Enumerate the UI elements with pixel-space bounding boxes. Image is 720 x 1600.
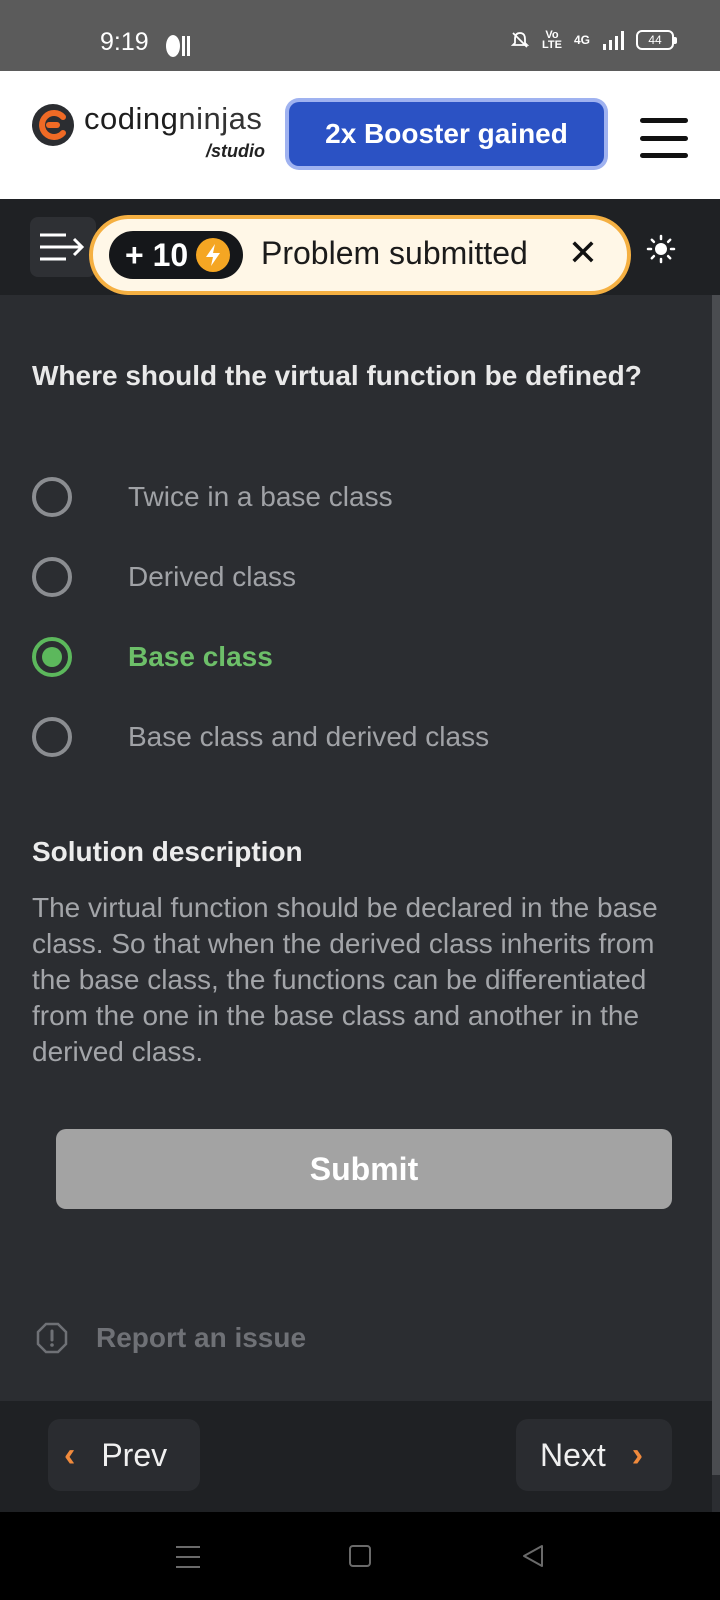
logo-subtitle: /studio <box>206 141 265 161</box>
scrollbar[interactable] <box>712 295 720 1475</box>
radio-button-selected[interactable] <box>32 637 72 677</box>
status-time: 9:19 <box>100 28 149 56</box>
lightning-bolt-icon <box>196 238 231 272</box>
network-type: 4G <box>573 33 590 47</box>
solution-title: Solution description <box>32 836 303 867</box>
next-button[interactable]: Next › <box>516 1419 672 1491</box>
option-label: Base class and derived class <box>128 721 490 752</box>
hamburger-menu-icon[interactable] <box>640 118 688 158</box>
recent-apps-icon[interactable] <box>176 1546 200 1568</box>
submission-toast: + 10 Problem submitted ✕ <box>89 215 631 295</box>
status-bar: 9:19 Vo LTE 4G 44 <box>0 0 720 71</box>
option-item[interactable]: Twice in a base class <box>32 475 672 519</box>
option-item[interactable]: Base class and derived class <box>32 715 672 759</box>
next-label: Next <box>540 1436 606 1473</box>
radio-button[interactable] <box>32 717 72 757</box>
option-item-selected[interactable]: Base class <box>32 635 672 679</box>
question-text: Where should the virtual function be def… <box>32 360 642 391</box>
option-item[interactable]: Derived class <box>32 555 672 599</box>
points-value: + 10 <box>125 236 189 273</box>
close-icon[interactable]: ✕ <box>563 232 603 273</box>
sidebar-toggle-icon <box>40 233 85 261</box>
points-badge: + 10 <box>109 231 243 279</box>
status-icons: Vo LTE 4G 44 <box>510 29 677 51</box>
report-issue-link[interactable]: Report an issue <box>36 1322 306 1354</box>
toast-message: Problem submitted <box>261 235 528 271</box>
battery-level: 44 <box>648 33 662 47</box>
chevron-left-icon: ‹ <box>64 1435 76 1474</box>
coding-ninjas-logo-icon[interactable] <box>32 104 74 146</box>
back-icon[interactable] <box>520 1543 546 1569</box>
prev-button[interactable]: ‹ Prev <box>48 1419 200 1491</box>
bell-muted-icon <box>510 32 530 48</box>
chevron-right-icon: › <box>631 1435 644 1474</box>
media-pill-icon <box>166 35 190 57</box>
submit-button[interactable]: Submit <box>56 1129 672 1209</box>
problem-navigation: ‹ Prev Next › <box>0 1401 712 1512</box>
radio-button[interactable] <box>32 477 72 517</box>
logo-light: ninjas <box>178 101 263 136</box>
option-label: Twice in a base class <box>128 481 393 512</box>
volte-badge: Vo LTE <box>542 29 562 51</box>
sidebar-toggle-button[interactable] <box>30 217 96 277</box>
solution-description: The virtual function should be declared … <box>32 892 658 1067</box>
option-label: Base class <box>128 641 273 672</box>
home-icon[interactable] <box>349 1545 371 1567</box>
prev-label: Prev <box>101 1436 168 1473</box>
sun-icon[interactable] <box>646 234 676 264</box>
radio-button[interactable] <box>32 557 72 597</box>
booster-button[interactable]: 2x Booster gained <box>289 102 604 166</box>
alert-octagon-icon <box>36 1322 68 1354</box>
logo-bold: coding <box>84 101 179 136</box>
signal-icon <box>603 31 624 50</box>
battery-icon: 44 <box>636 30 677 50</box>
report-issue-label: Report an issue <box>96 1322 307 1353</box>
option-label: Derived class <box>128 561 297 592</box>
logo-wordmark: codingninjas <box>84 101 262 137</box>
